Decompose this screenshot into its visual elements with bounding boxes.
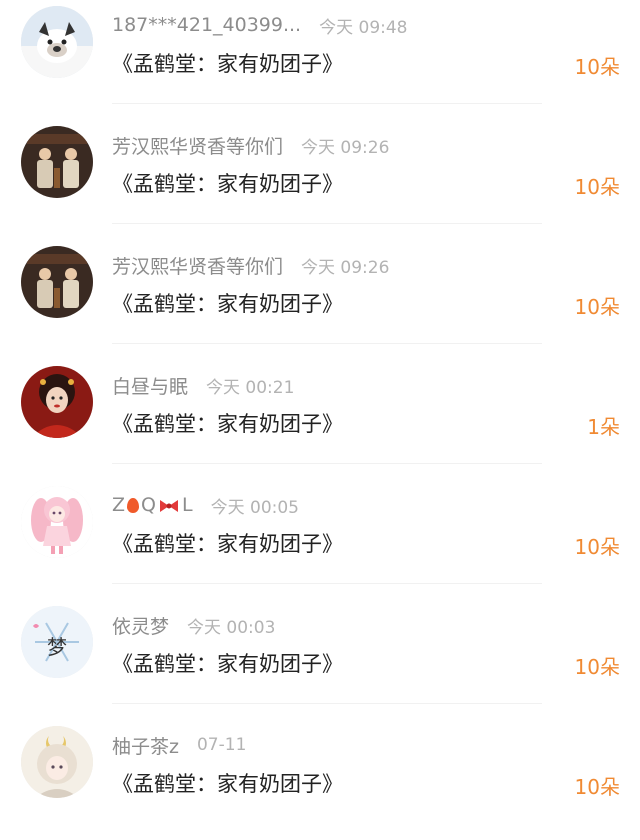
timestamp: 今天 09:26 xyxy=(301,257,390,278)
list-item[interactable]: 187***421_40399... 今天 09:48 《孟鹤堂：家有奶团子》 … xyxy=(0,0,640,120)
list-item[interactable]: 芳汉熙华贤香等你们 今天 09:26 《孟鹤堂：家有奶团子》 10朵 xyxy=(0,240,640,360)
flower-count: 10朵 xyxy=(574,535,620,559)
gift-record-list: 187***421_40399... 今天 09:48 《孟鹤堂：家有奶团子》 … xyxy=(0,0,640,821)
flower-count: 10朵 xyxy=(574,55,620,79)
bow-emoji-icon xyxy=(160,499,178,512)
divider xyxy=(112,223,542,224)
username-part: Z xyxy=(112,494,126,516)
avatar[interactable] xyxy=(21,246,93,318)
timestamp: 今天 00:05 xyxy=(210,497,299,518)
list-item[interactable]: 芳汉熙华贤香等你们 今天 09:26 《孟鹤堂：家有奶团子》 10朵 xyxy=(0,120,640,240)
avatar-text: 梦 xyxy=(47,635,67,659)
username-part: Q xyxy=(141,494,156,516)
username[interactable]: 芳汉熙华贤香等你们 xyxy=(112,252,283,279)
gift-title: 《孟鹤堂：家有奶团子》 xyxy=(112,412,343,436)
avatar[interactable]: 梦 xyxy=(21,606,93,678)
gift-title: 《孟鹤堂：家有奶团子》 xyxy=(112,52,343,76)
balloon-emoji-icon xyxy=(127,498,140,513)
stage-duo-avatar-icon xyxy=(21,246,93,318)
timestamp: 今天 09:26 xyxy=(301,137,390,158)
name-line: 柚子茶z 07-11 xyxy=(112,731,246,759)
snowflake-avatar-icon: 梦 xyxy=(21,606,93,678)
name-line: 白昼与眠 今天 00:21 xyxy=(112,371,294,399)
red-portrait-avatar-icon xyxy=(21,366,93,438)
divider xyxy=(112,103,542,104)
list-item[interactable]: 白昼与眠 今天 00:21 《孟鹤堂：家有奶团子》 1朵 xyxy=(0,360,640,480)
timestamp: 今天 09:48 xyxy=(319,17,408,38)
timestamp: 今天 00:03 xyxy=(187,617,276,638)
avatar[interactable] xyxy=(21,6,93,78)
timestamp: 今天 00:21 xyxy=(206,377,295,398)
gift-title: 《孟鹤堂：家有奶团子》 xyxy=(112,652,343,676)
name-line: 芳汉熙华贤香等你们 今天 09:26 xyxy=(112,251,389,279)
timestamp: 07-11 xyxy=(196,735,247,755)
username[interactable]: 芳汉熙华贤香等你们 xyxy=(112,132,283,159)
flower-count: 10朵 xyxy=(574,655,620,679)
username[interactable]: 依灵梦 xyxy=(112,612,169,639)
avatar[interactable] xyxy=(21,366,93,438)
username[interactable]: 白昼与眠 xyxy=(112,372,188,399)
gift-title: 《孟鹤堂：家有奶团子》 xyxy=(112,532,343,556)
flower-count: 1朵 xyxy=(587,415,620,439)
flower-count: 10朵 xyxy=(574,775,620,799)
username-part: L xyxy=(182,494,193,516)
list-item[interactable]: 梦 依灵梦 今天 00:03 《孟鹤堂：家有奶团子》 10朵 xyxy=(0,600,640,720)
gift-title: 《孟鹤堂：家有奶团子》 xyxy=(112,772,343,796)
divider xyxy=(112,343,542,344)
divider xyxy=(112,463,542,464)
name-line: ZQ L 今天 00:05 xyxy=(112,491,299,519)
list-item[interactable]: 柚子茶z 07-11 《孟鹤堂：家有奶团子》 10朵 xyxy=(0,720,640,840)
divider xyxy=(112,703,542,704)
flower-count: 10朵 xyxy=(574,295,620,319)
pink-anime-avatar-icon xyxy=(21,486,93,558)
name-line: 芳汉熙华贤香等你们 今天 09:26 xyxy=(112,131,389,159)
gift-title: 《孟鹤堂：家有奶团子》 xyxy=(112,172,343,196)
avatar[interactable] xyxy=(21,126,93,198)
username[interactable]: 柚子茶z xyxy=(112,732,179,759)
dog-avatar-icon xyxy=(21,6,93,78)
divider xyxy=(112,583,542,584)
username[interactable]: 187***421_40399... xyxy=(112,14,301,36)
gift-title: 《孟鹤堂：家有奶团子》 xyxy=(112,292,343,316)
username[interactable]: ZQ L xyxy=(112,494,193,516)
moon-girl-avatar-icon xyxy=(21,726,93,798)
flower-count: 10朵 xyxy=(574,175,620,199)
list-item[interactable]: ZQ L 今天 00:05 《孟鹤堂：家有奶团子》 10朵 xyxy=(0,480,640,600)
name-line: 187***421_40399... 今天 09:48 xyxy=(112,11,408,39)
name-line: 依灵梦 今天 00:03 xyxy=(112,611,275,639)
stage-duo-avatar-icon xyxy=(21,126,93,198)
avatar[interactable] xyxy=(21,726,93,798)
avatar[interactable] xyxy=(21,486,93,558)
